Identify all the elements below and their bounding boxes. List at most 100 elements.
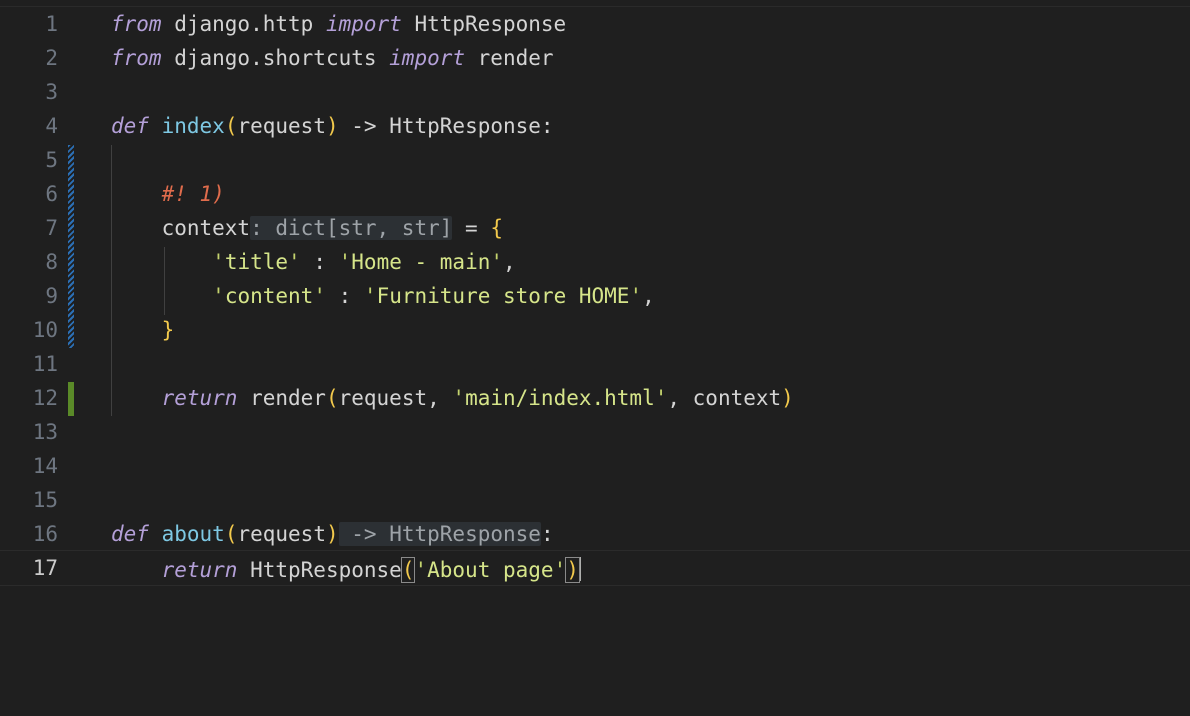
comma: ,: [503, 250, 516, 274]
close-paren: ): [325, 114, 339, 138]
argument: , context: [667, 386, 782, 410]
quote: ': [288, 250, 301, 274]
line-number: 4: [45, 114, 58, 138]
line-content[interactable]: context: dict[str, str] = {: [111, 216, 503, 240]
module-name: django.shortcuts: [161, 46, 390, 70]
argument: request,: [338, 386, 453, 410]
line-content[interactable]: from django.http import HttpResponse: [111, 13, 566, 35]
line-number: 16: [32, 522, 58, 546]
code-line[interactable]: 14: [0, 449, 1190, 483]
line-number: 3: [45, 80, 58, 104]
code-line[interactable]: 16 def about(request) -> HttpResponse:: [0, 517, 1190, 551]
line-number: 7: [45, 216, 58, 240]
string-value: About page: [427, 558, 554, 582]
line-content[interactable]: def index(request) -> HttpResponse:: [111, 115, 554, 137]
line-number: 5: [45, 148, 58, 172]
line-number: 17: [32, 556, 58, 580]
quote: ': [212, 284, 225, 308]
colon: :: [540, 522, 554, 546]
code-line[interactable]: 12 return render(request, 'main/index.ht…: [0, 381, 1190, 415]
line-number: 10: [32, 318, 58, 342]
module-name: django.http: [161, 12, 326, 36]
keyword-from: from: [111, 46, 162, 70]
string-template: main/index.html: [465, 386, 655, 410]
keyword-import: import: [389, 46, 466, 70]
close-paren: ): [781, 386, 794, 410]
inlay-type-hint: : dict[str, str]: [250, 216, 453, 240]
string-value: Home - main: [351, 250, 491, 274]
string-key: title: [224, 250, 289, 274]
line-number: 1: [45, 12, 58, 36]
open-paren: (: [224, 522, 238, 546]
function-name: about: [161, 522, 225, 546]
keyword-return: return: [161, 386, 238, 410]
return-annotation: -> HttpResponse:: [338, 114, 554, 138]
line-number: 15: [32, 488, 58, 512]
class-name: HttpResponse: [401, 12, 567, 36]
open-paren: (: [325, 386, 339, 410]
keyword-import: import: [325, 12, 402, 36]
close-paren-matched: ): [565, 557, 580, 583]
text-cursor: [578, 557, 581, 581]
inlay-return-hint: -> HttpResponse: [338, 522, 541, 546]
function-call: HttpResponse: [237, 558, 402, 582]
quote: ': [363, 284, 377, 308]
code-line[interactable]: 9 'content' : 'Furniture store HOME',: [0, 279, 1190, 313]
line-content[interactable]: #! 1): [111, 183, 225, 205]
string-value: Furniture store HOME: [376, 284, 630, 308]
string-key: content: [224, 284, 314, 308]
editor-top-border: [0, 0, 1190, 7]
code-line[interactable]: 4 def index(request) -> HttpResponse:: [0, 109, 1190, 143]
line-number: 6: [45, 182, 58, 206]
line-number: 12: [32, 386, 58, 410]
code-line[interactable]: 5: [0, 143, 1190, 177]
code-line[interactable]: 8 'title' : 'Home - main',: [0, 245, 1190, 279]
quote: ': [629, 284, 643, 308]
line-number: 9: [45, 284, 58, 308]
comma: ,: [642, 284, 655, 308]
line-number: 14: [32, 454, 58, 478]
line-content[interactable]: return HttpResponse('About page'): [111, 557, 581, 583]
quote: ': [490, 250, 504, 274]
line-content[interactable]: 'content' : 'Furniture store HOME',: [111, 285, 655, 307]
quote: ': [553, 558, 567, 582]
line-content[interactable]: return render(request, 'main/index.html'…: [111, 387, 794, 409]
line-number: 2: [45, 46, 58, 70]
line-number: 11: [32, 352, 58, 376]
keyword-def: def: [111, 114, 149, 138]
variable: context: [161, 216, 251, 240]
line-number: 13: [32, 420, 58, 444]
keyword-from: from: [111, 12, 162, 36]
code-editor[interactable]: 1 from django.http import HttpResponse 2…: [0, 0, 1190, 716]
code-line[interactable]: 7 context: dict[str, str] = {: [0, 211, 1190, 245]
line-content[interactable]: def about(request) -> HttpResponse:: [111, 522, 554, 546]
function-name: render: [465, 46, 554, 70]
quote: ': [338, 250, 352, 274]
assign-operator: =: [452, 216, 491, 240]
function-name: index: [161, 114, 225, 138]
code-line[interactable]: 15: [0, 483, 1190, 517]
colon-separator: :: [325, 284, 364, 308]
line-content[interactable]: }: [111, 318, 175, 342]
open-brace: {: [490, 216, 503, 240]
code-line[interactable]: 2 from django.shortcuts import render: [0, 41, 1190, 75]
code-line[interactable]: 13: [0, 415, 1190, 449]
quote: ': [654, 386, 668, 410]
quote: ': [212, 250, 225, 274]
function-call: render: [237, 386, 326, 410]
line-number: 8: [45, 250, 58, 274]
keyword-return: return: [161, 558, 238, 582]
code-line[interactable]: 10 }: [0, 313, 1190, 347]
close-brace: }: [161, 318, 175, 342]
code-line-current[interactable]: 17 return HttpResponse('About page'): [0, 550, 1190, 586]
code-line[interactable]: 1 from django.http import HttpResponse: [0, 7, 1190, 41]
close-paren: ): [325, 522, 339, 546]
quote: ': [414, 558, 428, 582]
keyword-def: def: [111, 522, 149, 546]
line-content[interactable]: from django.shortcuts import render: [111, 47, 554, 69]
code-line[interactable]: 11: [0, 347, 1190, 381]
parameter: request: [237, 522, 326, 546]
code-line[interactable]: 6 #! 1): [0, 177, 1190, 211]
line-content[interactable]: 'title' : 'Home - main',: [111, 251, 516, 273]
code-line[interactable]: 3: [0, 75, 1190, 109]
